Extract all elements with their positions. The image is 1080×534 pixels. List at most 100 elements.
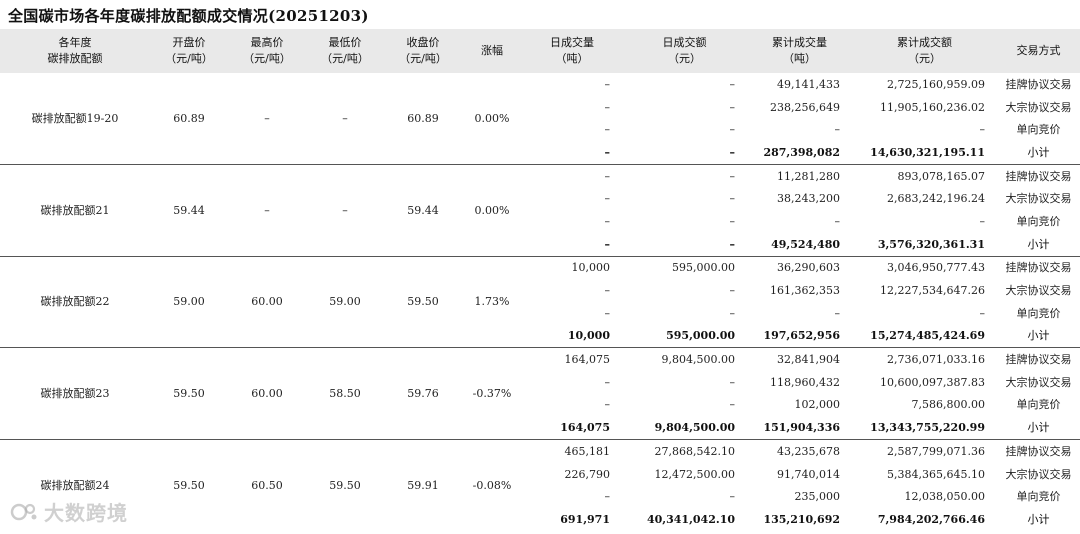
day-volume-cell: – bbox=[604, 123, 611, 137]
cum-amount-cell: 14,630,321,195.11 bbox=[852, 141, 997, 165]
day-volume-cell: – bbox=[604, 100, 611, 114]
cum-volume-cell: 197,652,956 bbox=[747, 324, 852, 349]
header-line: 日成交额 bbox=[662, 36, 707, 49]
method-cell: 大宗协议交易 bbox=[1005, 100, 1072, 114]
cum-amount-cell: 11,905,160,236.02 bbox=[880, 100, 985, 114]
method-cell: 挂牌协议交易 bbox=[1005, 444, 1072, 458]
header-day-volume: 日成交量 （吨） bbox=[522, 29, 622, 73]
header-line: （元） bbox=[908, 52, 941, 65]
header-cum-amount: 累计成交额 （元） bbox=[852, 29, 997, 73]
header-line: 各年度 bbox=[58, 36, 92, 49]
day-volume-cell: – bbox=[604, 284, 611, 298]
day-amount-cell: 595,000.00 bbox=[622, 324, 747, 349]
method-cell: 挂牌协议交易 bbox=[1005, 169, 1072, 183]
cum-volume-cell: 36,290,603 bbox=[777, 261, 840, 275]
cum-volume-cell: 49,524,480 bbox=[747, 232, 852, 257]
day-volume-cell: – bbox=[604, 214, 611, 228]
table-row: 碳排放配额24 59.50 60.50 59.50 59.91 -0.08% 465,181… bbox=[0, 440, 1080, 492]
method-cell: 单向竞价 bbox=[1016, 214, 1061, 228]
cum-volume-cell: 118,960,432 bbox=[770, 375, 840, 389]
header-low: 最低价 （元/吨） bbox=[306, 29, 384, 73]
high-price-cell: – bbox=[228, 164, 306, 257]
header-year: 各年度 碳排放配额 bbox=[0, 29, 150, 73]
low-price-cell: 59.50 bbox=[329, 478, 361, 492]
day-amount-cell: 27,868,542.10 bbox=[654, 444, 735, 458]
high-price-cell: 60.00 bbox=[228, 347, 306, 440]
day-amount-cell: – bbox=[729, 123, 736, 137]
day-amount-cell: – bbox=[622, 141, 747, 165]
change-cell: 0.00% bbox=[462, 164, 522, 257]
method-cell: 挂牌协议交易 bbox=[1005, 353, 1072, 367]
open-price-cell: 59.44 bbox=[150, 164, 228, 257]
cum-amount-cell: 7,586,800.00 bbox=[911, 398, 985, 412]
year-cell: 碳排放配额24 bbox=[40, 478, 110, 492]
day-volume-cell: 164,075 bbox=[564, 353, 611, 367]
cum-volume-cell: 11,281,280 bbox=[777, 169, 840, 183]
header-line: 日成交量 bbox=[550, 36, 594, 49]
method-cell: 大宗协议交易 bbox=[1005, 467, 1072, 481]
cum-volume-cell: 32,841,904 bbox=[777, 353, 840, 367]
year-cell: 碳排放配额19-20 bbox=[0, 73, 150, 165]
cum-volume-cell: 43,235,678 bbox=[777, 444, 840, 458]
cum-volume-cell: 235,000 bbox=[794, 490, 841, 504]
day-amount-cell: – bbox=[729, 214, 736, 228]
cum-amount-cell: – bbox=[979, 123, 986, 137]
cum-amount-cell: 7,984,202,766.46 bbox=[877, 512, 985, 526]
table-row: 碳排放配额22 59.00 60.00 59.00 59.50 1.73% 10,000 59… bbox=[0, 256, 1080, 349]
cum-amount-cell: 12,038,050.00 bbox=[904, 490, 985, 504]
change-cell: 1.73% bbox=[462, 256, 522, 349]
day-amount-cell: – bbox=[729, 169, 736, 183]
method-cell: 大宗协议交易 bbox=[1005, 284, 1072, 298]
method-cell: 挂牌协议交易 bbox=[1005, 261, 1072, 275]
change-cell: 0.00% bbox=[462, 73, 522, 165]
day-volume-cell: – bbox=[604, 169, 611, 183]
method-cell: 小计 bbox=[1027, 512, 1050, 526]
header-method: 交易方式 bbox=[997, 29, 1080, 73]
day-amount-cell: – bbox=[729, 398, 736, 412]
header-line: （元/吨） bbox=[243, 52, 291, 65]
close-price-cell: 59.50 bbox=[384, 256, 462, 349]
cum-amount-cell: 893,078,165.07 bbox=[897, 169, 985, 183]
cum-amount-cell: 15,274,485,424.69 bbox=[852, 324, 997, 349]
method-cell: 大宗协议交易 bbox=[1005, 192, 1072, 206]
close-price-cell: 59.44 bbox=[384, 164, 462, 257]
header-cum-volume: 累计成交量 （吨） bbox=[747, 29, 852, 73]
cum-volume-cell: 91,740,014 bbox=[777, 467, 840, 481]
day-amount-cell: – bbox=[729, 284, 736, 298]
day-volume-cell: 226,790 bbox=[564, 467, 611, 481]
day-amount-cell: – bbox=[729, 306, 736, 320]
day-volume-cell: 164,075 bbox=[522, 416, 622, 441]
open-price-cell: 59.50 bbox=[150, 347, 228, 440]
open-price-cell: 60.89 bbox=[150, 73, 228, 165]
header-line: 最高价 bbox=[250, 36, 284, 49]
cum-amount-cell: 2,587,799,071.36 bbox=[887, 444, 985, 458]
day-amount-cell: 12,472,500.00 bbox=[654, 467, 735, 481]
table-row: 碳排放配额21 59.44– –59.44 0.00% – –11,281,280 893,… bbox=[0, 164, 1080, 257]
header-line: 最低价 bbox=[328, 36, 362, 49]
day-volume-cell: – bbox=[522, 141, 622, 165]
day-volume-cell: – bbox=[522, 232, 622, 257]
method-cell: 小计 bbox=[997, 232, 1080, 257]
cum-volume-cell: 287,398,082 bbox=[747, 141, 852, 165]
header-line: 涨幅 bbox=[481, 44, 503, 57]
header-line: （吨） bbox=[783, 52, 816, 65]
day-volume-cell: 10,000 bbox=[571, 261, 611, 275]
cum-amount-cell: – bbox=[979, 306, 986, 320]
cum-amount-cell: 13,343,755,220.99 bbox=[852, 416, 997, 441]
method-cell: 单向竞价 bbox=[1016, 490, 1061, 504]
day-volume-cell: 10,000 bbox=[522, 324, 622, 349]
header-line: （吨） bbox=[555, 52, 589, 65]
day-volume-cell: 465,181 bbox=[564, 444, 611, 458]
header-line: 开盘价 bbox=[172, 36, 206, 49]
header-line: 交易方式 bbox=[1016, 44, 1061, 57]
header-day-amount: 日成交额 （元） bbox=[622, 29, 747, 73]
high-price-cell: 60.00 bbox=[228, 256, 306, 349]
day-amount-cell: – bbox=[729, 192, 736, 206]
header-line: （元/吨） bbox=[321, 52, 369, 65]
table-row: 碳排放配额19-20 60.89– –60.89 0.00% – –49,141,433 2… bbox=[0, 73, 1080, 165]
low-price-cell: 58.50 bbox=[306, 347, 384, 440]
close-price-cell: 59.91 bbox=[407, 478, 439, 492]
day-volume-cell: – bbox=[604, 375, 611, 389]
low-price-cell: – bbox=[306, 73, 384, 165]
method-cell: 单向竞价 bbox=[1016, 306, 1061, 320]
